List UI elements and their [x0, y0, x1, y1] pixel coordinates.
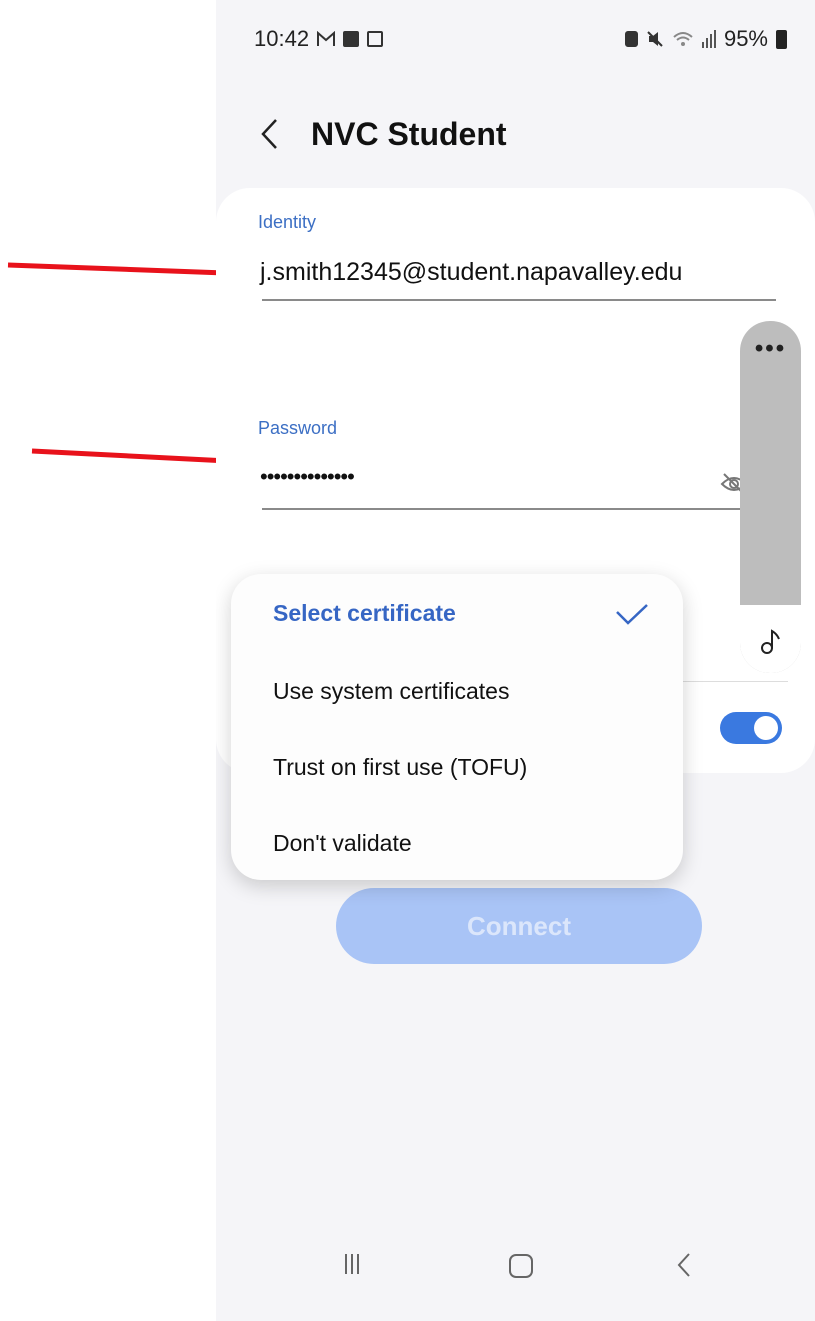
dropdown-item-tofu[interactable]: Trust on first use (TOFU) [273, 754, 527, 781]
gmail-icon [317, 31, 336, 46]
home-icon[interactable] [509, 1254, 533, 1278]
page-title: NVC Student [311, 116, 507, 152]
wifi-icon [673, 32, 693, 46]
status-bar: 10:42 95% [216, 0, 815, 80]
gallery-icon [343, 31, 360, 47]
recents-icon[interactable] [344, 1252, 360, 1276]
app-bar: NVC Student [216, 100, 815, 170]
identity-underline [262, 299, 776, 301]
password-underline [262, 508, 742, 510]
password-input[interactable]: •••••••••••••• [260, 464, 355, 490]
identity-input[interactable]: j.smith12345@student.napavalley.edu [260, 258, 682, 287]
more-options-icon[interactable]: ••• [740, 335, 801, 363]
toggle-switch[interactable] [720, 712, 782, 744]
battery-percent: 95% [723, 26, 768, 51]
battery-icon [776, 29, 787, 49]
checkmark-icon [616, 604, 648, 625]
music-note-icon[interactable] [759, 627, 783, 655]
battery-saver-icon [624, 31, 638, 47]
annotation-arrow-identity [7, 262, 242, 283]
phone-screen: 10:42 95% NVC Student Identity j.smith12… [216, 0, 815, 1321]
back-arrow-icon[interactable] [258, 116, 280, 152]
certificate-dropdown-menu: Select certificate Use system certificat… [231, 574, 683, 880]
connect-button[interactable]: Connect [336, 888, 702, 964]
signal-icon [701, 30, 716, 48]
dropdown-item-select-certificate[interactable]: Select certificate [273, 600, 456, 627]
identity-label: Identity [258, 212, 317, 232]
divider [682, 681, 788, 682]
password-label: Password [258, 418, 338, 438]
calendar-icon [367, 31, 384, 47]
dropdown-item-dont-validate[interactable]: Don't validate [273, 830, 412, 857]
status-time: 10:42 [254, 26, 310, 51]
toggle-knob [754, 716, 778, 740]
edge-panel-handle[interactable]: ••• [740, 321, 801, 673]
nav-back-icon[interactable] [676, 1252, 692, 1278]
navigation-bar [216, 1240, 815, 1321]
dropdown-item-system-certificates[interactable]: Use system certificates [273, 678, 509, 705]
mute-icon [647, 31, 663, 47]
